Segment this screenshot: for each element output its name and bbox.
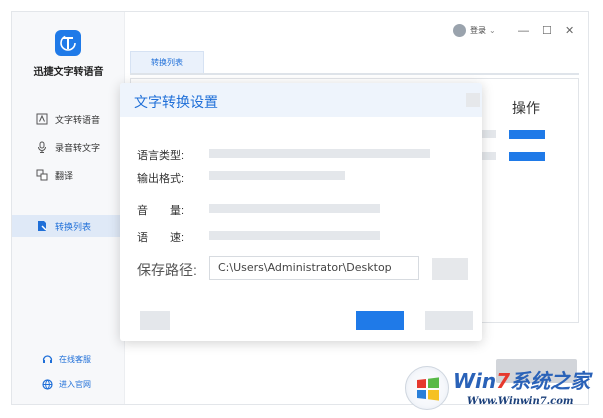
- sidebar-item-conversion-list[interactable]: 转换列表: [12, 215, 125, 237]
- dialog-confirm-button[interactable]: [356, 311, 404, 330]
- dialog-header: 文字转换设置: [120, 83, 482, 117]
- dialog-cancel-button[interactable]: [425, 311, 473, 330]
- globe-icon: [42, 379, 53, 390]
- app-name: 迅捷文字转语音: [33, 67, 104, 78]
- operation-column-header: 操作: [512, 100, 540, 116]
- browse-button[interactable]: [432, 258, 468, 280]
- dialog-close-button[interactable]: [466, 93, 480, 107]
- dialog-title: 文字转换设置: [134, 94, 218, 110]
- output-format-label: 输出格式:: [137, 173, 185, 185]
- list-file-icon: [36, 220, 48, 232]
- sidebar-item-label: 文字转语音: [55, 114, 101, 125]
- tab-divider: [130, 73, 579, 75]
- sidebar-item-speech-to-text[interactable]: 录音转文字: [12, 136, 125, 158]
- volume-slider[interactable]: [209, 204, 380, 213]
- table-cell-placeholder: [482, 130, 496, 138]
- sidebar-item-label: 翻译: [55, 170, 74, 181]
- close-button[interactable]: ✕: [565, 24, 574, 38]
- save-path-input[interactable]: C:\Users\Administrator\Desktop: [209, 256, 419, 280]
- save-path-label: 保存路径:: [137, 262, 197, 278]
- language-type-select[interactable]: [209, 149, 430, 158]
- headset-icon: [42, 354, 53, 365]
- output-format-select[interactable]: [209, 171, 345, 180]
- tab-conversion-list[interactable]: 转换列表: [130, 51, 204, 74]
- language-type-label: 语言类型:: [137, 150, 185, 162]
- chevron-down-icon: ⌄: [489, 26, 496, 35]
- watermark-url: Www.Winwin7.com: [467, 396, 574, 407]
- sidebar: 迅捷文字转语音 文字转语音 录音转文字 翻译 转换列表 在线客服 进入官网: [12, 12, 125, 404]
- online-support-link[interactable]: 在线客服: [42, 354, 91, 365]
- translate-icon: [36, 169, 48, 181]
- official-site-link[interactable]: 进入官网: [42, 379, 91, 390]
- text-document-icon: [36, 113, 48, 125]
- volume-label: 音 量:: [137, 205, 185, 217]
- sidebar-item-label: 转换列表: [55, 221, 92, 232]
- watermark-title: Win7系统之家: [453, 369, 591, 393]
- sidebar-item-label: 录音转文字: [55, 142, 101, 153]
- microphone-icon: [36, 141, 48, 153]
- conversion-settings-dialog: 文字转换设置 语言类型: 输出格式: 音 量: 语 速: 保存路径: C:\Us…: [120, 83, 482, 341]
- sidebar-item-translate[interactable]: 翻译: [12, 164, 125, 186]
- sidebar-item-text-to-speech[interactable]: 文字转语音: [12, 108, 125, 130]
- maximize-button[interactable]: ☐: [542, 24, 552, 38]
- app-window: 迅捷文字转语音 文字转语音 录音转文字 翻译 转换列表 在线客服 进入官网 登录…: [11, 11, 589, 405]
- speed-slider[interactable]: [209, 231, 380, 240]
- table-cell-placeholder: [482, 152, 496, 160]
- login-button[interactable]: 登录 ⌄: [453, 24, 496, 37]
- online-support-label: 在线客服: [59, 355, 91, 364]
- row-action-button[interactable]: [509, 130, 545, 139]
- dialog-secondary-button[interactable]: [140, 311, 170, 330]
- avatar-icon: [453, 24, 466, 37]
- login-label: 登录: [470, 26, 486, 35]
- row-action-button[interactable]: [509, 152, 545, 161]
- speed-label: 语 速:: [137, 232, 185, 244]
- app-logo-icon: [55, 30, 81, 56]
- minimize-button[interactable]: —: [518, 24, 529, 38]
- windows-flag-logo-icon: [405, 366, 449, 410]
- site-watermark: Win7系统之家 Www.Winwin7.com: [403, 362, 601, 416]
- official-site-label: 进入官网: [59, 380, 91, 389]
